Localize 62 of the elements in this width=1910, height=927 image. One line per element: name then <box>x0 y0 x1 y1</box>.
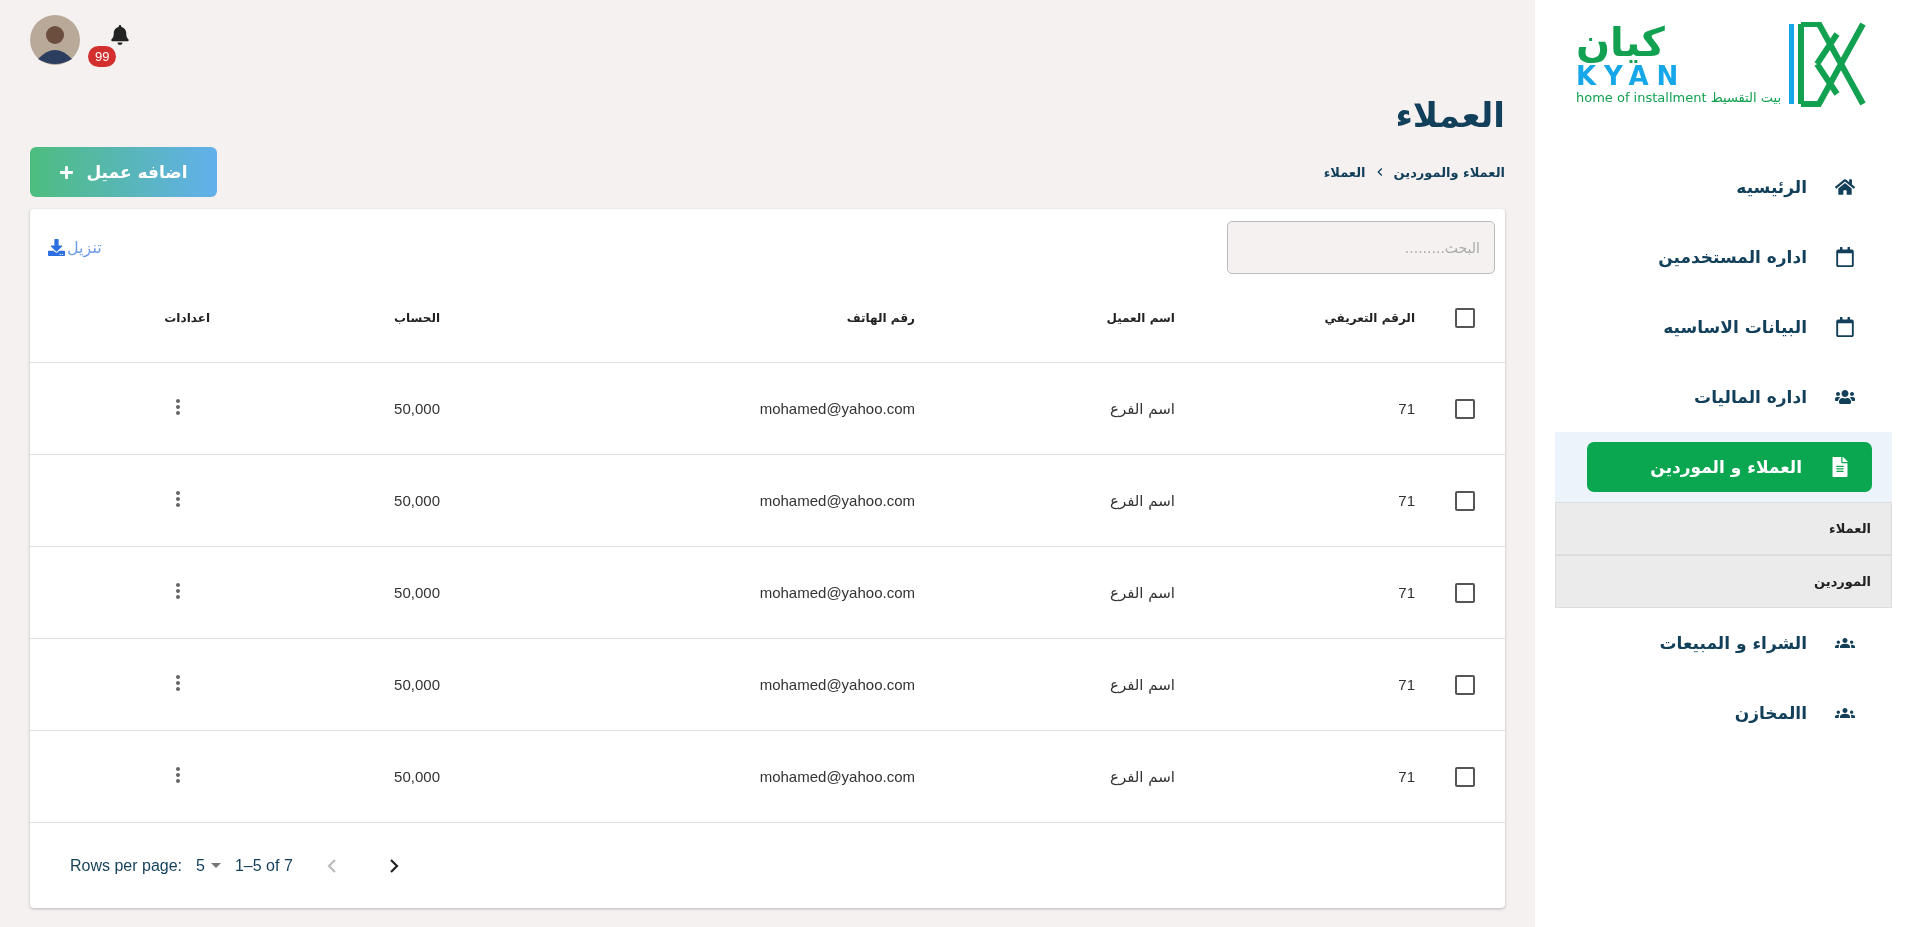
document-icon <box>1830 457 1850 477</box>
column-header: رقم الهاتف <box>845 311 916 325</box>
table-cell-text: mohamed@yahoo.com <box>759 768 916 785</box>
table-cell-text: 50,000 <box>394 400 441 417</box>
row-checkbox[interactable] <box>1455 490 1475 511</box>
logo-tagline: home of installment بيت التقسيط <box>1575 90 1782 105</box>
search-field[interactable]: البحث......... <box>1227 221 1495 274</box>
breadcrumb-item[interactable]: العملاء والموردين <box>1393 164 1505 180</box>
table-cell-text: 50,000 <box>394 492 441 509</box>
sidebar-item[interactable]: اداره المستخدمين <box>1535 232 1910 282</box>
row-checkbox[interactable] <box>1455 398 1475 419</box>
table-cell-text: 71 <box>1398 492 1416 509</box>
table-cell-text: 71 <box>1398 768 1416 785</box>
row-checkbox[interactable] <box>1455 674 1475 695</box>
plus-icon <box>59 164 75 180</box>
sidebar-item[interactable]: االمخازن <box>1535 688 1910 738</box>
column-header: اعدادات <box>163 311 211 325</box>
sidebar-item[interactable]: اداره الماليات <box>1535 372 1910 422</box>
table-cell-text: 71 <box>1398 400 1416 417</box>
table-cell-text: اسم الفرع <box>1109 584 1176 602</box>
table-cell-text: mohamed@yahoo.com <box>759 492 916 509</box>
chevron-left-icon <box>326 858 336 873</box>
avatar[interactable] <box>30 15 80 65</box>
home-icon <box>1835 177 1855 197</box>
users-icon <box>1835 387 1855 407</box>
rows-per-page-select[interactable]: 5 <box>196 856 221 875</box>
row-checkbox[interactable] <box>1455 766 1475 787</box>
rows-per-page-label: Rows per page: <box>70 856 183 875</box>
logo-latin-text: KYAN <box>1575 62 1687 90</box>
calendar-icon <box>1835 247 1855 267</box>
page-title: العملاء <box>1394 95 1505 135</box>
notification-badge: 99 <box>88 46 117 67</box>
download-icon <box>48 239 65 256</box>
sidebar-item[interactable]: البيانات الاساسيه <box>1535 302 1910 352</box>
table-cell-text: اسم الفرع <box>1109 676 1176 694</box>
sidebar-subitem[interactable]: العملاء <box>1555 502 1892 555</box>
select-all-checkbox[interactable] <box>1455 308 1475 328</box>
page-range: 1–5 of 7 <box>234 856 293 875</box>
next-page-button[interactable] <box>389 858 399 873</box>
column-header: الحساب <box>392 311 441 325</box>
sidebar-item[interactable]: الشراء و المبيعات <box>1535 618 1910 668</box>
sidebar-item[interactable]: الرئيسيه <box>1535 162 1910 212</box>
sidebar-subitem[interactable]: الموردين <box>1555 555 1892 608</box>
table-cell-text: 50,000 <box>394 768 441 785</box>
table-cell-text: 50,000 <box>394 584 441 601</box>
column-header: الرقم التعريفي <box>1323 311 1416 325</box>
table-cell-text: اسم الفرع <box>1109 492 1176 510</box>
chevron-right-icon <box>389 858 399 873</box>
caret-icon <box>210 863 221 868</box>
table-cell-text: 50,000 <box>394 676 441 693</box>
breadcrumb-item: العملاء <box>1323 164 1366 180</box>
calendar-icon <box>1835 317 1855 337</box>
row-checkbox[interactable] <box>1455 582 1475 603</box>
bell-icon[interactable] <box>110 25 130 45</box>
table-cell-text: mohamed@yahoo.com <box>759 676 916 693</box>
table-cell-text: اسم الفرع <box>1109 400 1176 418</box>
table-cell-text: mohamed@yahoo.com <box>759 584 916 601</box>
table-cell-text: 71 <box>1398 676 1416 693</box>
table-cell-text: اسم الفرع <box>1109 768 1176 786</box>
table-cell-text: 71 <box>1398 584 1416 601</box>
column-header: اسم العميل <box>1105 311 1176 325</box>
table-cell-text: mohamed@yahoo.com <box>759 400 916 417</box>
